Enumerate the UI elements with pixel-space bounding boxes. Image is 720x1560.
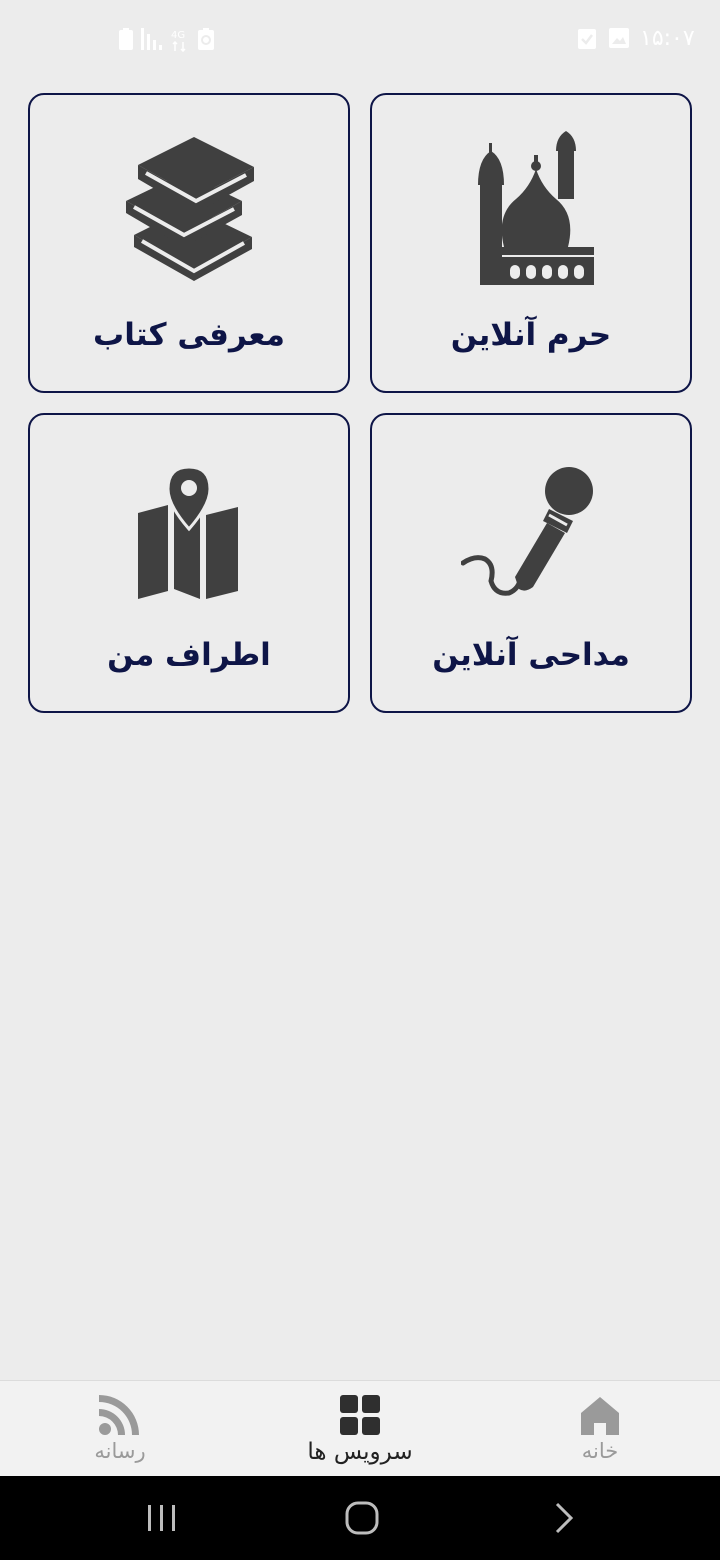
nav-item-media[interactable]: رسانه [20, 1381, 220, 1477]
system-navigation-bar [0, 1476, 720, 1560]
home-icon [500, 1393, 700, 1437]
shrine-mosque-icon [372, 129, 690, 289]
status-bar: ۱۵:۰۷ 4G [0, 0, 720, 80]
svg-text:4G: 4G [171, 30, 185, 41]
map-pin-icon [30, 449, 348, 609]
books-stack-icon [30, 129, 348, 289]
signal-icon [141, 28, 165, 54]
nav-label-home: خانه [581, 1439, 619, 1463]
nav-label-services: سرویس ها [307, 1439, 413, 1465]
nav-label-media: رسانه [94, 1439, 146, 1463]
service-card-label: اطراف من [107, 637, 271, 673]
bottom-navigation: خانه سرویس ها رسانه [0, 1380, 720, 1477]
battery-saver-icon [198, 28, 214, 54]
service-card-shrine-online[interactable]: حرم آنلاین [370, 93, 692, 393]
recent-apps-icon[interactable] [132, 1496, 192, 1540]
network-4g-icon: 4G [170, 28, 190, 56]
checkbox-notification-icon [578, 28, 596, 54]
service-card-eulogy-online[interactable]: مداحی آنلاین [370, 413, 692, 713]
service-card-label: مداحی آنلاین [432, 637, 630, 673]
app-screen: ۱۵:۰۷ 4G حرم آنلاین معرفی کتاب مداحی آنل… [0, 0, 720, 1560]
nav-item-services[interactable]: سرویس ها [260, 1381, 460, 1477]
service-card-label: معرفی کتاب [93, 317, 285, 353]
status-time: ۱۵:۰۷ [640, 26, 695, 51]
rss-feed-icon [20, 1393, 220, 1437]
service-card-around-me[interactable]: اطراف من [28, 413, 350, 713]
grid-icon [260, 1393, 460, 1437]
image-notification-icon [609, 28, 629, 52]
home-circle-icon[interactable] [332, 1496, 392, 1540]
microphone-icon [372, 449, 690, 609]
back-chevron-icon[interactable] [534, 1496, 594, 1540]
nav-item-home[interactable]: خانه [500, 1381, 700, 1477]
service-card-label: حرم آنلاین [450, 317, 612, 353]
service-card-book-intro[interactable]: معرفی کتاب [28, 93, 350, 393]
battery-icon [119, 28, 133, 54]
